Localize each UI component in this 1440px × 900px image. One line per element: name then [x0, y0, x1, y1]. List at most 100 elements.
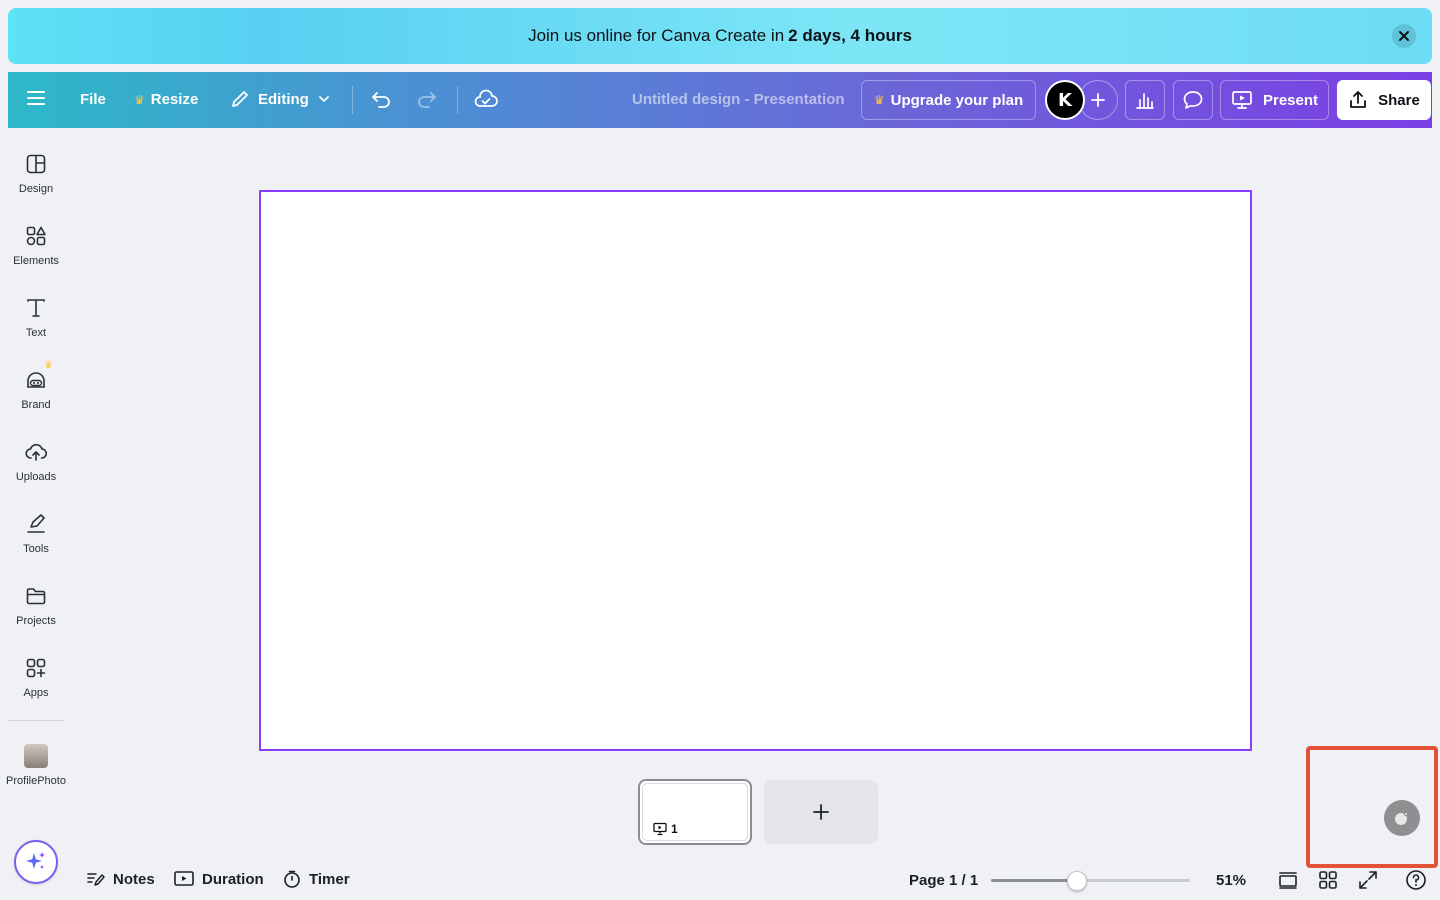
sidebar-item-label: Elements [13, 255, 59, 267]
side-panel: Design Elements Text ♛ Brand Uploads Too… [0, 128, 72, 900]
upgrade-plan-button[interactable]: ♛ Upgrade your plan [861, 80, 1036, 120]
zoom-level[interactable]: 51% [1216, 872, 1246, 889]
stopwatch-icon [284, 870, 300, 888]
main-menu-button[interactable] [26, 88, 46, 108]
upgrade-label: Upgrade your plan [890, 91, 1024, 109]
presentation-icon [653, 822, 667, 836]
page-view-icon[interactable] [1277, 869, 1299, 891]
sidebar-item-label: Uploads [15, 471, 57, 483]
page-thumbnail-preview: 1 [642, 783, 748, 841]
notes-icon [87, 873, 105, 886]
avatar-letter: K [1058, 89, 1072, 111]
upload-share-icon [1350, 91, 1367, 108]
sidebar-item-text[interactable]: Text [0, 296, 72, 360]
file-menu-button[interactable]: File [80, 91, 106, 108]
promo-banner: Join us online for Canva Create in 2 day… [8, 8, 1432, 64]
apps-grid-icon [26, 658, 46, 678]
share-label: Share [1378, 91, 1420, 109]
page-thumbnail-label: 1 [653, 822, 678, 836]
save-status-button[interactable] [474, 88, 498, 110]
redo-button[interactable] [416, 88, 438, 110]
sidebar-item-tools[interactable]: Tools [0, 512, 72, 576]
sidebar-item-apps[interactable]: Apps [0, 656, 72, 720]
cloud-upload-icon [25, 443, 48, 461]
timer-button[interactable]: Timer [283, 870, 350, 888]
sidebar-item-profilephoto[interactable]: ProfilePhoto [0, 744, 72, 808]
banner-text: Join us online for Canva Create in [528, 26, 785, 45]
presentation-icon [1232, 91, 1252, 109]
sidebar-item-label: Tools [23, 543, 49, 555]
banner-countdown: 2 days, 4 hours [788, 26, 912, 45]
play-box-icon [174, 871, 194, 886]
page-indicator[interactable]: Page 1 / 1 [909, 872, 978, 889]
brand-kit-icon [27, 372, 45, 388]
grid-view-icon[interactable] [1317, 869, 1339, 891]
editing-mode-dropdown[interactable]: Editing [230, 89, 331, 109]
hamburger-icon [27, 91, 45, 105]
notes-button[interactable]: Notes [87, 870, 155, 888]
crown-icon: ♛ [134, 92, 145, 107]
sidebar-item-label: Design [18, 183, 54, 195]
sidebar-item-label: Apps [23, 687, 49, 699]
header-divider [352, 86, 353, 114]
present-button[interactable]: Present [1220, 80, 1329, 120]
design-title[interactable]: Untitled design - Presentation [632, 91, 845, 108]
text-t-icon [27, 299, 45, 317]
undo-button[interactable] [370, 88, 392, 110]
sidebar-item-label: ProfilePhoto [6, 775, 66, 787]
crown-icon: ♛ [44, 360, 53, 371]
sidebar-item-brand[interactable]: ♛ Brand [0, 360, 72, 432]
sidebar-divider [8, 720, 64, 721]
crown-icon: ♛ [873, 93, 885, 107]
record-icon [1395, 812, 1408, 825]
present-label: Present [1262, 91, 1319, 109]
sidebar-item-projects[interactable]: Projects [0, 584, 72, 648]
comments-button[interactable] [1173, 80, 1213, 120]
zoom-slider-handle[interactable] [1066, 871, 1087, 891]
plus-icon [813, 804, 829, 820]
duration-button[interactable]: Duration [174, 870, 264, 888]
add-page-button[interactable] [764, 780, 878, 844]
banner-close-button[interactable] [1392, 24, 1416, 48]
header-divider [457, 86, 458, 114]
help-icon[interactable] [1405, 869, 1427, 891]
undo-icon [372, 92, 390, 108]
fullscreen-icon[interactable] [1357, 869, 1379, 891]
sparkle-icon [26, 852, 45, 869]
layout-icon [26, 154, 46, 174]
zoom-slider-fill [991, 879, 1077, 882]
profile-photo-thumbnail [24, 744, 48, 768]
sidebar-item-uploads[interactable]: Uploads [0, 440, 72, 504]
sidebar-item-elements[interactable]: Elements [0, 224, 72, 288]
pencil-icon [232, 91, 248, 107]
share-button[interactable]: Share [1337, 80, 1431, 120]
notes-label: Notes [113, 870, 155, 888]
chevron-down-icon [318, 96, 329, 103]
close-icon [1399, 31, 1409, 41]
sidebar-item-label: Brand [21, 399, 51, 411]
user-avatar[interactable]: K [1045, 80, 1085, 120]
redo-icon [418, 92, 436, 108]
draw-tool-icon [27, 514, 45, 533]
page-thumbnail[interactable]: 1 [638, 779, 752, 845]
plus-icon [1091, 93, 1105, 107]
editor-header: File ♛ Resize Editing Untitled design - … [8, 72, 1432, 128]
sidebar-item-design[interactable]: Design [0, 152, 72, 216]
file-label: File [80, 91, 106, 108]
highlight-annotation-box [1306, 746, 1438, 868]
sidebar-item-label: Text [25, 327, 47, 339]
resize-button[interactable]: ♛ Resize [134, 91, 198, 108]
page-number: 1 [671, 822, 678, 836]
bar-chart-icon [1136, 93, 1154, 109]
cloud-check-icon [474, 89, 498, 107]
design-canvas[interactable] [259, 190, 1252, 751]
duration-label: Duration [202, 870, 264, 888]
speech-bubble-icon [1183, 91, 1203, 109]
insights-button[interactable] [1125, 80, 1165, 120]
sidebar-item-label: Projects [16, 615, 56, 627]
shapes-icon [26, 226, 46, 246]
timer-label: Timer [309, 870, 350, 888]
zoom-slider[interactable] [991, 871, 1190, 891]
magic-assistant-button[interactable] [14, 840, 58, 884]
record-button[interactable] [1384, 800, 1420, 836]
